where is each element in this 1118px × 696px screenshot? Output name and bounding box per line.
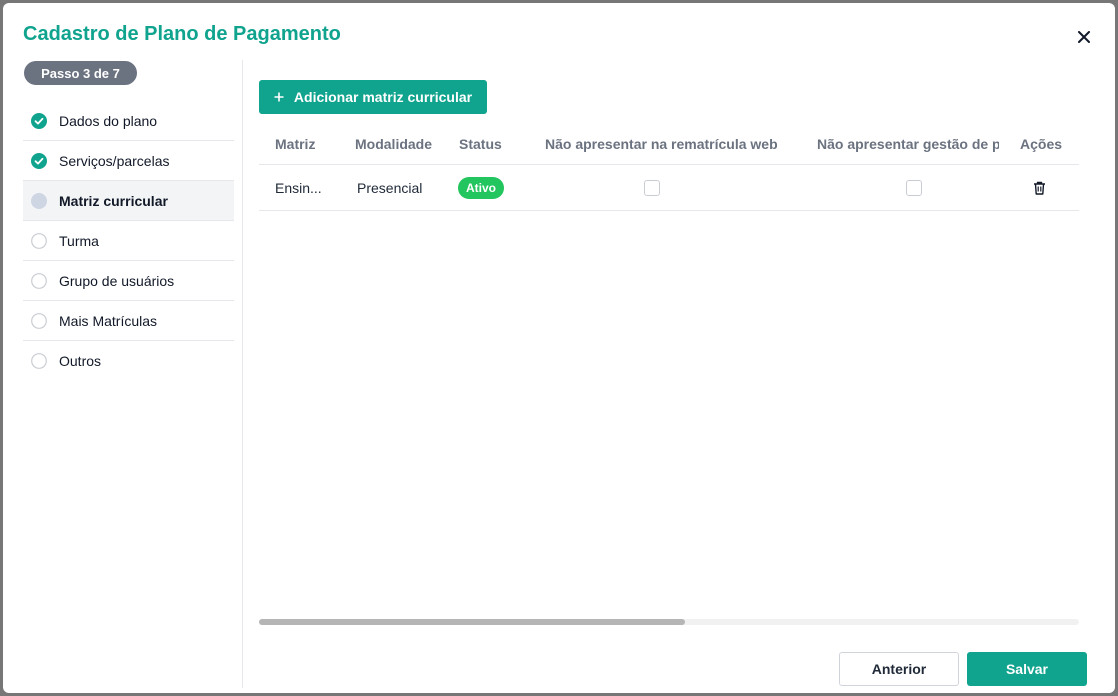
status-badge: Ativo xyxy=(458,177,504,199)
cell-status: Ativo xyxy=(458,165,504,211)
empty-circle-icon xyxy=(31,272,47,289)
plus-icon xyxy=(274,92,284,102)
empty-circle-icon xyxy=(31,232,47,249)
current-step-icon xyxy=(31,192,47,209)
cell-rematricula xyxy=(644,165,660,211)
empty-circle-icon xyxy=(31,353,47,369)
header-modalidade[interactable]: Modalidade xyxy=(355,123,432,165)
close-button[interactable] xyxy=(1074,27,1094,47)
step-label: Matriz curricular xyxy=(59,192,168,209)
trash-icon xyxy=(1033,181,1045,195)
step-label: Grupo de usuários xyxy=(59,272,175,289)
step-item-turma[interactable]: Turma xyxy=(23,221,234,261)
gestao-checkbox[interactable] xyxy=(906,180,922,196)
step-item-dados-do-plano[interactable]: Dados do plano xyxy=(23,101,234,141)
cell-acoes xyxy=(1031,165,1047,211)
matriz-table: Matriz Modalidade Status Não apresentar … xyxy=(259,123,1079,215)
table-header: Matriz Modalidade Status Não apresentar … xyxy=(259,123,1079,165)
header-rematricula[interactable]: Não apresentar na rematrícula web xyxy=(545,123,778,165)
header-matriz[interactable]: Matriz xyxy=(275,123,315,165)
empty-circle-icon xyxy=(31,312,47,329)
save-button[interactable]: Salvar xyxy=(967,652,1087,686)
step-badge: Passo 3 de 7 xyxy=(24,61,137,85)
check-circle-icon xyxy=(31,152,47,169)
step-item-servicos-parcelas[interactable]: Serviços/parcelas xyxy=(23,141,234,181)
header-acoes: Ações xyxy=(1020,136,1063,152)
header-gestao[interactable]: Não apresentar gestão de po xyxy=(817,123,999,165)
modal-title: Cadastro de Plano de Pagamento xyxy=(23,23,341,45)
previous-button[interactable]: Anterior xyxy=(839,652,959,686)
step-label: Mais Matrículas xyxy=(59,312,158,329)
add-matriz-label: Adicionar matriz curricular xyxy=(293,89,473,105)
step-label: Outros xyxy=(59,353,102,369)
step-item-grupo-de-usuarios[interactable]: Grupo de usuários xyxy=(23,261,234,301)
check-circle-icon xyxy=(31,112,47,129)
table-row: Ensin... Presencial Ativo xyxy=(259,165,1079,211)
steps-list: Dados do plano Serviços/parcelas Matriz … xyxy=(23,101,234,381)
step-item-mais-matriculas[interactable]: Mais Matrículas xyxy=(23,301,234,341)
step-label: Turma xyxy=(59,232,99,249)
vertical-divider xyxy=(242,60,243,688)
rematricula-checkbox[interactable] xyxy=(644,180,660,196)
step-item-matriz-curricular[interactable]: Matriz curricular xyxy=(23,181,234,221)
scrollbar-thumb[interactable] xyxy=(259,619,685,625)
close-icon xyxy=(1078,31,1090,43)
horizontal-scrollbar[interactable] xyxy=(259,619,1079,625)
step-item-outros[interactable]: Outros xyxy=(23,341,234,381)
cell-gestao xyxy=(906,165,922,211)
modal-dialog: Cadastro de Plano de Pagamento Passo 3 d… xyxy=(3,3,1115,693)
cell-modalidade: Presencial xyxy=(357,180,423,196)
delete-row-button[interactable] xyxy=(1031,180,1047,196)
step-label: Serviços/parcelas xyxy=(59,152,170,169)
step-label: Dados do plano xyxy=(59,112,158,129)
cell-matriz: Ensin... xyxy=(275,180,322,196)
add-matriz-button[interactable]: Adicionar matriz curricular xyxy=(259,80,487,114)
header-status[interactable]: Status xyxy=(459,123,502,165)
